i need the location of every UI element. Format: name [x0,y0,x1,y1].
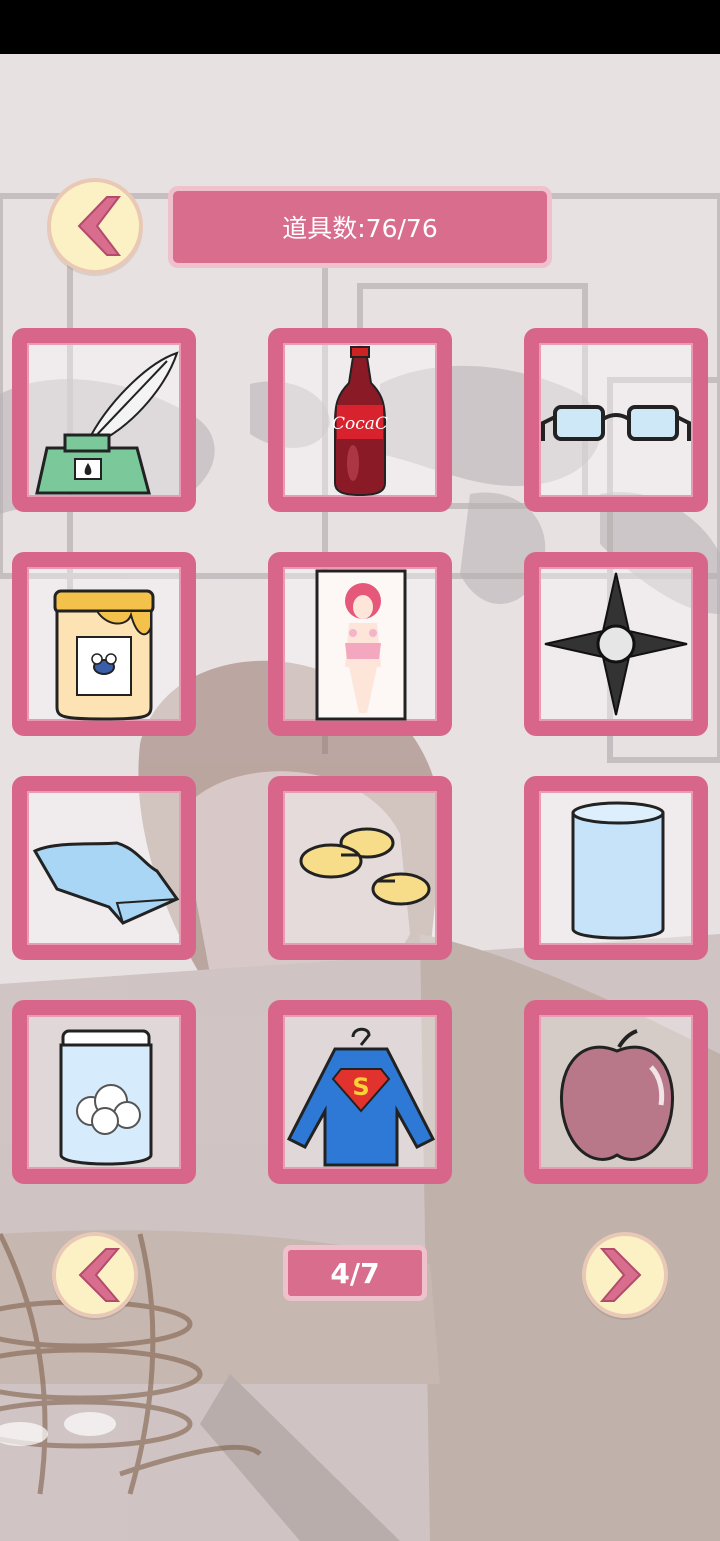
item-slot-anime-body-pillow[interactable] [268,552,452,736]
apple-icon [560,1029,674,1161]
next-page-button[interactable] [582,1232,668,1318]
anime-body-pillow-icon [315,569,407,721]
status-bar [0,0,720,54]
blue-cloth-icon [32,841,180,925]
item-count-panel: 道具数:76/76 [168,186,552,268]
chevron-right-icon [600,1248,642,1302]
cola-label: CocaC [332,414,388,434]
item-slot-apple[interactable] [524,1000,708,1184]
item-slot-glasses[interactable] [524,328,708,512]
jar-cotton-icon [59,1029,153,1166]
superman-shirt-icon: S [286,1027,436,1167]
page-number: 4/7 [330,1256,380,1290]
item-slot-quill-inkwell[interactable] [12,328,196,512]
quill-inkwell-icon [35,351,179,495]
item-slot-yellow-pills[interactable] [268,776,452,960]
chevron-left-icon [78,1248,120,1302]
item-slot-glass-cup[interactable] [524,776,708,960]
item-count-label: 道具数:76/76 [282,214,438,243]
glasses-icon [541,405,691,441]
item-slot-superman-shirt[interactable]: S [268,1000,452,1184]
superman-logo-letter: S [352,1073,369,1101]
item-slot-jar-cotton[interactable] [12,1000,196,1184]
item-slot-cola-bottle[interactable]: CocaC [268,328,452,512]
item-slot-honey-jar[interactable] [12,552,196,736]
cola-bottle-icon: CocaC [332,346,388,497]
chevron-left-icon [77,196,122,256]
prev-page-button[interactable] [52,1232,138,1318]
back-button[interactable] [47,178,143,274]
shuriken-icon [544,572,688,716]
glass-cup-icon [571,801,665,940]
yellow-pills-icon [299,827,431,906]
page-indicator: 4/7 [283,1245,427,1301]
honey-jar-icon [53,589,155,721]
item-slot-shuriken[interactable] [524,552,708,736]
item-slot-blue-cloth[interactable] [12,776,196,960]
